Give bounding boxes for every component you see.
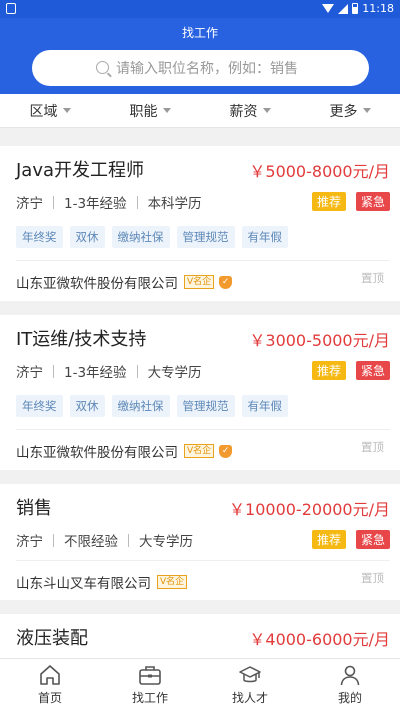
filter-function[interactable]: 职能 bbox=[100, 94, 200, 127]
benefit-tag: 管理规范 bbox=[176, 395, 235, 417]
search-icon bbox=[96, 61, 109, 74]
caret-down-icon bbox=[262, 108, 271, 113]
job-title: IT运维/技术支持 bbox=[16, 329, 147, 350]
caret-down-icon bbox=[362, 108, 371, 113]
vip-badge-icon: V 名企 bbox=[184, 275, 215, 289]
job-card[interactable]: 液压装配 ￥4000-6000元/月 bbox=[0, 614, 400, 658]
divider bbox=[53, 533, 54, 547]
vip-badge-icon: V 名企 bbox=[184, 444, 215, 458]
tab-label: 我的 bbox=[337, 691, 362, 705]
job-salary: ￥3000-5000元/月 bbox=[249, 331, 390, 350]
tab-find-talent[interactable]: 找人才 bbox=[200, 659, 300, 711]
divider bbox=[16, 560, 390, 561]
job-card[interactable]: 销售 ￥10000-20000元/月 济宁 不限经验 大专学历 推荐 紧急 山东… bbox=[0, 484, 400, 600]
job-city: 济宁 bbox=[16, 534, 43, 550]
filter-region[interactable]: 区域 bbox=[0, 94, 100, 127]
job-meta: 济宁 1-3年经验 大专学历 bbox=[16, 361, 202, 381]
job-card[interactable]: Java开发工程师 ￥5000-8000元/月 济宁 1-3年经验 本科学历 推… bbox=[0, 146, 400, 301]
tab-home[interactable]: 首页 bbox=[0, 659, 100, 711]
job-title: 液压装配 bbox=[16, 628, 88, 649]
graduation-cap-icon bbox=[239, 666, 261, 683]
filter-more[interactable]: 更多 bbox=[300, 94, 400, 127]
divider bbox=[16, 429, 390, 430]
caret-down-icon bbox=[62, 108, 71, 113]
job-education: 大专学历 bbox=[147, 365, 202, 381]
urgent-badge: 紧急 bbox=[355, 192, 390, 211]
battery-icon bbox=[352, 3, 359, 14]
job-salary: ￥5000-8000元/月 bbox=[249, 162, 390, 181]
caret-down-icon bbox=[162, 108, 171, 113]
benefit-tags: 年终奖 双休 缴纳社保 管理规范 有年假 bbox=[16, 226, 288, 248]
filter-bar: 区域 职能 薪资 更多 bbox=[0, 94, 400, 128]
divider bbox=[53, 364, 54, 378]
bottom-tab-bar: 首页 找工作 找人才 我的 bbox=[0, 658, 400, 711]
job-experience: 1-3年经验 bbox=[64, 196, 127, 212]
pinned-label: 置顶 bbox=[361, 571, 384, 585]
urgent-badge: 紧急 bbox=[355, 361, 390, 380]
job-city: 济宁 bbox=[16, 196, 43, 212]
job-experience: 不限经验 bbox=[64, 534, 118, 550]
vip-badge-icon: V 名企 bbox=[157, 575, 188, 589]
benefit-tag: 双休 bbox=[69, 226, 105, 248]
benefit-tag: 年终奖 bbox=[16, 226, 63, 248]
recommend-badge: 推荐 bbox=[311, 361, 346, 380]
divider bbox=[136, 195, 138, 209]
pinned-label: 置顶 bbox=[361, 271, 384, 285]
header: 找工作 请输入职位名称，例如：销售 bbox=[0, 18, 400, 94]
divider bbox=[53, 195, 54, 209]
company: 山东斗山叉车有限公司 V 名企 bbox=[16, 572, 188, 592]
company: 山东亚微软件股份有限公司 V 名企 ✓ bbox=[16, 441, 233, 461]
search-input[interactable]: 请输入职位名称，例如：销售 bbox=[32, 50, 369, 86]
recommend-badge: 推荐 bbox=[311, 530, 346, 549]
benefit-tag: 双休 bbox=[69, 395, 105, 417]
benefit-tag: 有年假 bbox=[241, 226, 288, 248]
job-education: 大专学历 bbox=[139, 534, 193, 550]
benefit-tags: 年终奖 双休 缴纳社保 管理规范 有年假 bbox=[16, 395, 288, 417]
divider bbox=[136, 364, 138, 378]
job-card[interactable]: IT运维/技术支持 ￥3000-5000元/月 济宁 1-3年经验 大专学历 推… bbox=[0, 315, 400, 470]
tab-label: 首页 bbox=[37, 691, 62, 705]
job-education: 本科学历 bbox=[147, 196, 202, 212]
benefit-tag: 管理规范 bbox=[176, 226, 235, 248]
pinned-label: 置顶 bbox=[361, 440, 384, 454]
page-title: 找工作 bbox=[181, 26, 218, 40]
tab-label: 找人才 bbox=[231, 691, 268, 705]
job-title: Java开发工程师 bbox=[16, 160, 145, 181]
user-icon bbox=[340, 665, 360, 686]
search-placeholder: 请输入职位名称，例如：销售 bbox=[116, 61, 298, 77]
job-meta: 济宁 不限经验 大专学历 bbox=[16, 530, 193, 550]
status-time: 11:18 bbox=[362, 2, 394, 15]
benefit-tag: 年终奖 bbox=[16, 395, 63, 417]
verified-shield-icon: ✓ bbox=[219, 444, 233, 458]
benefit-tag: 缴纳社保 bbox=[111, 226, 170, 248]
tab-mine[interactable]: 我的 bbox=[300, 659, 400, 711]
signal-icon bbox=[338, 3, 349, 14]
app-notification-icon bbox=[6, 3, 16, 14]
tab-find-job[interactable]: 找工作 bbox=[100, 659, 200, 711]
briefcase-icon bbox=[139, 666, 161, 685]
job-salary: ￥10000-20000元/月 bbox=[229, 500, 390, 519]
tab-label: 找工作 bbox=[131, 691, 168, 705]
urgent-badge: 紧急 bbox=[355, 530, 390, 549]
company-name: 山东亚微软件股份有限公司 bbox=[16, 445, 178, 461]
company-name: 山东亚微软件股份有限公司 bbox=[16, 276, 178, 292]
divider bbox=[16, 260, 390, 261]
benefit-tag: 有年假 bbox=[241, 395, 288, 417]
filter-salary[interactable]: 薪资 bbox=[200, 94, 300, 127]
job-salary: ￥4000-6000元/月 bbox=[249, 630, 390, 649]
benefit-tag: 缴纳社保 bbox=[111, 395, 170, 417]
divider bbox=[128, 533, 129, 547]
job-meta: 济宁 1-3年经验 本科学历 bbox=[16, 192, 202, 212]
job-experience: 1-3年经验 bbox=[64, 365, 127, 381]
job-city: 济宁 bbox=[16, 365, 43, 381]
verified-shield-icon: ✓ bbox=[219, 275, 233, 289]
recommend-badge: 推荐 bbox=[311, 192, 346, 211]
job-list: Java开发工程师 ￥5000-8000元/月 济宁 1-3年经验 本科学历 推… bbox=[0, 146, 400, 658]
status-bar: 11:18 bbox=[0, 0, 400, 18]
home-icon bbox=[40, 665, 60, 685]
job-title: 销售 bbox=[16, 498, 52, 519]
wifi-icon bbox=[322, 4, 335, 13]
company-name: 山东斗山叉车有限公司 bbox=[16, 576, 151, 592]
company: 山东亚微软件股份有限公司 V 名企 ✓ bbox=[16, 272, 233, 292]
